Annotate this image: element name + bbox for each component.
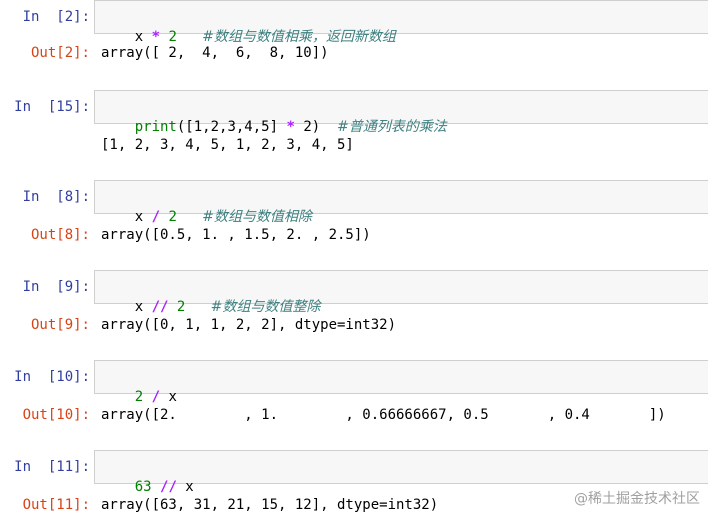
input-prompt: In [9]: — [22, 279, 90, 295]
code-comment: #数组与数值相除 — [202, 209, 312, 225]
code-token: x — [176, 479, 194, 495]
cell-output: array([2. , 1. , 0.66666667, 0.5 , 0.4 ]… — [101, 407, 666, 423]
operator-token: // — [160, 479, 177, 495]
input-prompt: In [11]: — [14, 459, 90, 475]
code-input[interactable]: x // 2 #数组与数值整除 — [94, 270, 708, 315]
output-prompt: Out[2]: — [30, 45, 90, 61]
input-prompt: In [8]: — [22, 189, 90, 205]
operator-token: / — [151, 389, 161, 405]
input-prompt: In [15]: — [14, 99, 90, 115]
notebook-cell: In [15]: print([1,2,3,4,5] * 2) #普通列表的乘法… — [0, 90, 708, 170]
number-token: 63 — [134, 479, 161, 495]
number-token: 2 — [160, 209, 177, 225]
watermark: @稀土掘金技术社区 — [574, 491, 700, 507]
number-token: 2 — [134, 389, 152, 405]
notebook-cell: In [8]: x / 2 #数组与数值相除 Out[8]: array([0.… — [0, 180, 708, 260]
notebook-cell: In [9]: x // 2 #数组与数值整除 Out[9]: array([0… — [0, 270, 708, 350]
output-prompt: Out[11]: — [22, 497, 90, 513]
cell-output: array([ 2, 4, 6, 8, 10]) — [101, 45, 329, 61]
input-prompt: In [10]: — [14, 369, 90, 385]
cell-output: array([0, 1, 1, 2, 2], dtype=int32) — [101, 317, 397, 333]
output-prompt: Out[8]: — [30, 227, 90, 243]
operator-token: // — [151, 299, 169, 315]
notebook-cell: In [2]: x * 2 #数组与数值相乘，返回新数组 Out[2]: arr… — [0, 0, 708, 80]
code-input[interactable]: x / 2 #数组与数值相除 — [94, 180, 708, 225]
notebook-cell: In [10]: 2 / x Out[10]: array([2. , 1. ,… — [0, 360, 708, 440]
code-token: x — [134, 299, 152, 315]
code-comment: #数组与数值整除 — [210, 299, 321, 315]
code-input[interactable]: x * 2 #数组与数值相乘，返回新数组 — [94, 0, 708, 45]
output-prompt: Out[9]: — [30, 317, 90, 333]
code-input[interactable]: 2 / x — [94, 360, 708, 405]
operator-token: * — [286, 119, 295, 135]
code-function: print — [134, 119, 177, 135]
code-token: ([1,2,3,4,5] — [176, 119, 287, 135]
code-token: x — [160, 389, 177, 405]
input-prompt: In [2]: — [22, 9, 90, 25]
operator-token: / — [151, 209, 161, 225]
code-token: x — [134, 209, 152, 225]
cell-output: array([0.5, 1. , 1.5, 2. , 2.5]) — [101, 227, 371, 243]
cell-output: [1, 2, 3, 4, 5, 1, 2, 3, 4, 5] — [101, 137, 354, 153]
number-token: 2) — [294, 119, 321, 135]
number-token: 2 — [168, 299, 186, 315]
code-input[interactable]: 63 // x — [94, 450, 708, 495]
code-comment: #普通列表的乘法 — [337, 119, 447, 135]
code-input[interactable]: print([1,2,3,4,5] * 2) #普通列表的乘法 — [94, 90, 708, 135]
output-prompt: Out[10]: — [22, 407, 90, 423]
